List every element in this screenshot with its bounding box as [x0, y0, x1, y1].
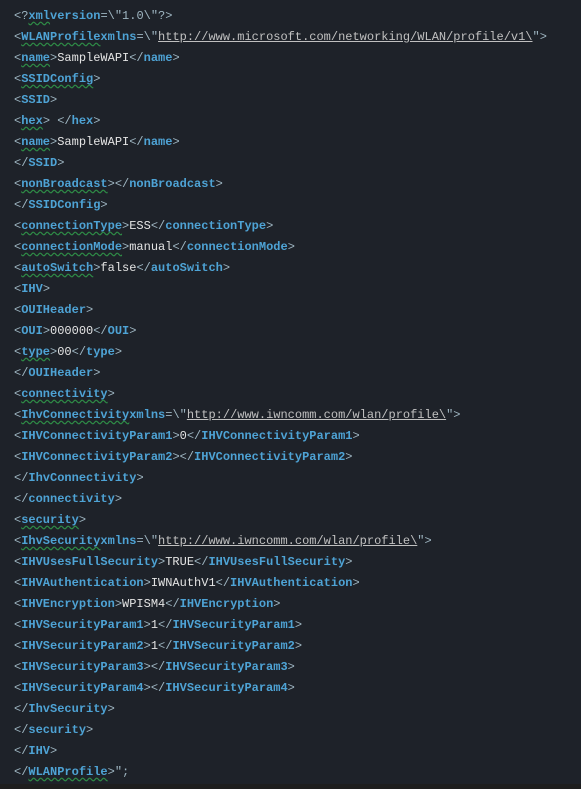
code-line: </security> — [14, 720, 577, 741]
code-line: </IhvConnectivity> — [14, 468, 577, 489]
code-line: <SSIDConfig> — [14, 69, 577, 90]
code-line: <?xmlversion=\"1.0\"?> — [14, 6, 577, 27]
code-line: <security> — [14, 510, 577, 531]
code-line: </SSID> — [14, 153, 577, 174]
code-line: <type>00</type> — [14, 342, 577, 363]
code-line: <connectionMode>manual</connectionMode> — [14, 237, 577, 258]
code-line: <IHVAuthentication>IWNAuthV1</IHVAuthent… — [14, 573, 577, 594]
code-line: <IHVConnectivityParam2></IHVConnectivity… — [14, 447, 577, 468]
code-line: </WLANProfile>"; — [14, 762, 577, 783]
code-line: <nonBroadcast></nonBroadcast> — [14, 174, 577, 195]
code-line: <hex> </hex> — [14, 111, 577, 132]
code-line: <IhvConnectivityxmlns=\"http://www.iwnco… — [14, 405, 577, 426]
code-line: <IHVEncryption>WPISM4</IHVEncryption> — [14, 594, 577, 615]
code-line: <name>SampleWAPI</name> — [14, 48, 577, 69]
code-line: <IHVSecurityParam3></IHVSecurityParam3> — [14, 657, 577, 678]
code-line: <IHV> — [14, 279, 577, 300]
code-line: <IHVSecurityParam1>1</IHVSecurityParam1> — [14, 615, 577, 636]
code-line: </connectivity> — [14, 489, 577, 510]
code-line: <OUI>000000</OUI> — [14, 321, 577, 342]
code-line: </SSIDConfig> — [14, 195, 577, 216]
code-line: </OUIHeader> — [14, 363, 577, 384]
code-line: <IHVConnectivityParam1>0</IHVConnectivit… — [14, 426, 577, 447]
code-block: <?xmlversion=\"1.0\"?> <WLANProfilexmlns… — [0, 0, 581, 789]
code-line: <IHVSecurityParam4></IHVSecurityParam4> — [14, 678, 577, 699]
code-line: <OUIHeader> — [14, 300, 577, 321]
code-line: <connectionType>ESS</connectionType> — [14, 216, 577, 237]
code-line: <autoSwitch>false</autoSwitch> — [14, 258, 577, 279]
code-line: <WLANProfilexmlns=\"http://www.microsoft… — [14, 27, 577, 48]
code-line: <IhvSecurityxmlns=\"http://www.iwncomm.c… — [14, 531, 577, 552]
code-line: <SSID> — [14, 90, 577, 111]
code-line: <IHVSecurityParam2>1</IHVSecurityParam2> — [14, 636, 577, 657]
code-line: <name>SampleWAPI</name> — [14, 132, 577, 153]
code-line: </IHV> — [14, 741, 577, 762]
code-line: </IhvSecurity> — [14, 699, 577, 720]
code-line: <connectivity> — [14, 384, 577, 405]
code-line: <IHVUsesFullSecurity>TRUE</IHVUsesFullSe… — [14, 552, 577, 573]
